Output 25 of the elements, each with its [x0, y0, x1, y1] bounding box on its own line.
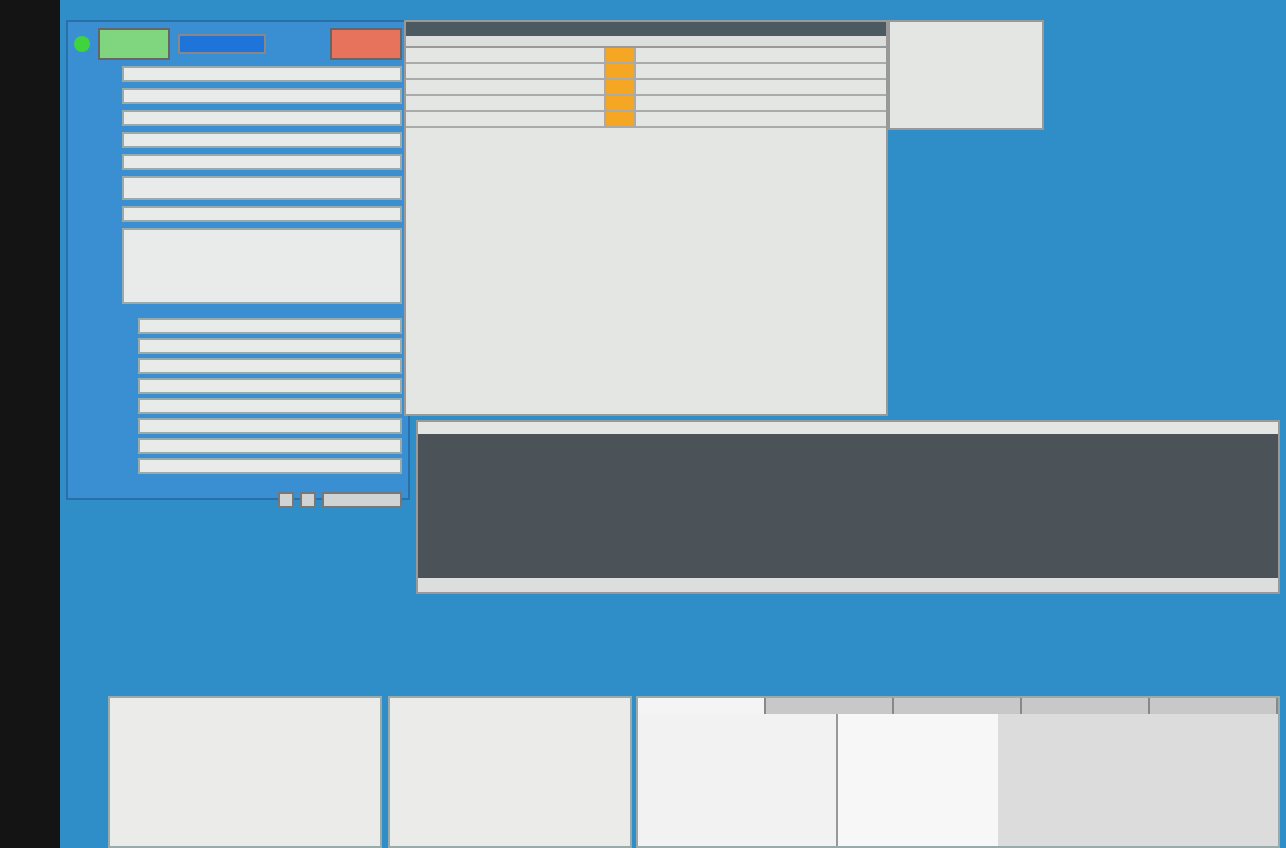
input-field[interactable] [138, 338, 402, 354]
text-area[interactable] [122, 176, 402, 200]
tab[interactable] [1150, 698, 1278, 714]
input-field[interactable] [138, 458, 402, 474]
tab[interactable] [1022, 698, 1150, 714]
tab[interactable] [894, 698, 1022, 714]
wide-button[interactable] [322, 492, 402, 508]
input-field[interactable] [138, 438, 402, 454]
text-area[interactable] [122, 228, 402, 304]
input-field[interactable] [122, 132, 402, 148]
action-button[interactable] [98, 28, 170, 60]
input-field[interactable] [138, 418, 402, 434]
input-field[interactable] [122, 66, 402, 82]
tab[interactable] [766, 698, 894, 714]
input-field[interactable] [138, 378, 402, 394]
input-field[interactable] [122, 206, 402, 222]
action-button[interactable] [330, 28, 402, 60]
spin-field[interactable] [178, 34, 266, 54]
input-field[interactable] [122, 88, 402, 104]
input-field[interactable] [138, 318, 402, 334]
input-field[interactable] [122, 110, 402, 126]
input-field[interactable] [138, 358, 402, 374]
tab[interactable] [638, 698, 766, 714]
input-field[interactable] [122, 154, 402, 170]
input-field[interactable] [138, 398, 402, 414]
